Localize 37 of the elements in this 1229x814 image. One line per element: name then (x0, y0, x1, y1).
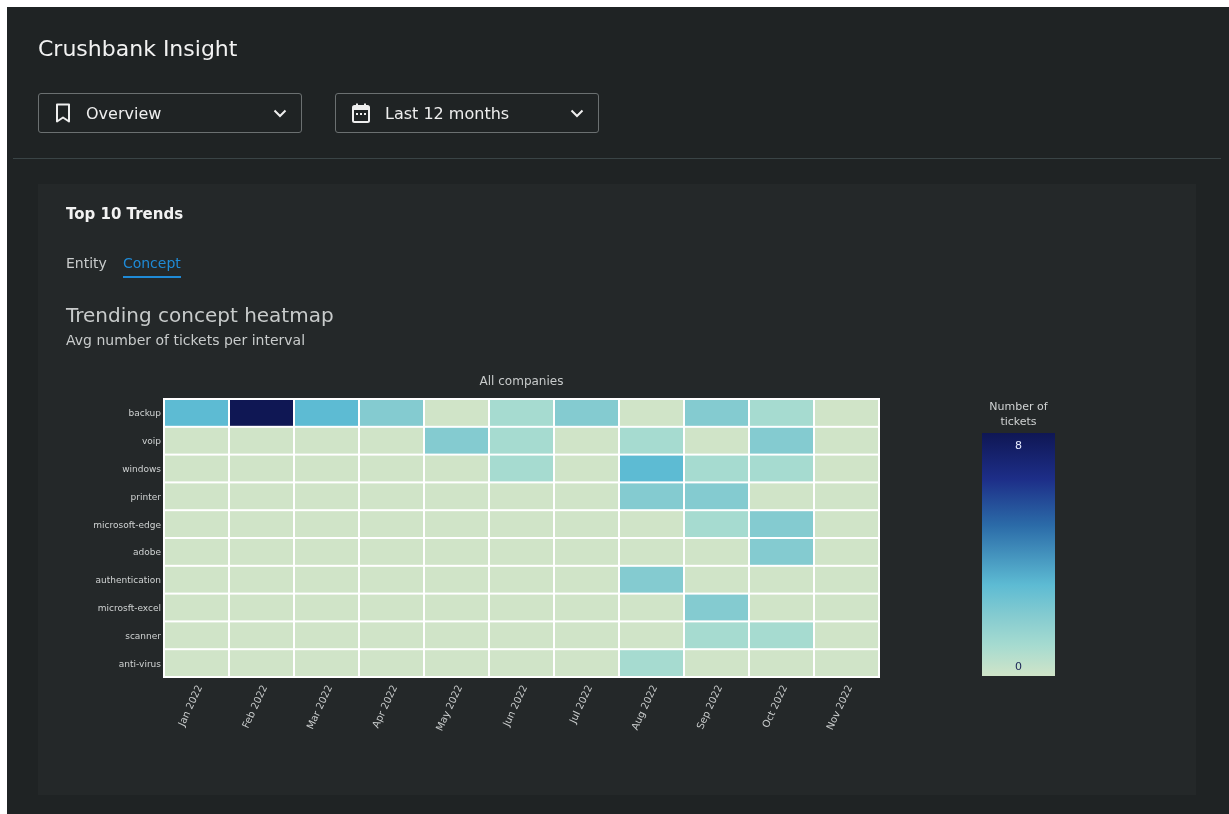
dropdown[interactable]: Last 12 months (335, 93, 599, 133)
chart-title: All companies (479, 374, 564, 388)
row-label: authentication (95, 575, 161, 586)
column-label: Aug 2022 (629, 683, 660, 732)
column-label: Sep 2022 (694, 683, 725, 731)
column-label: Feb 2022 (239, 683, 270, 730)
column-label: Oct 2022 (759, 683, 790, 730)
app-title: Crushbank Insight (38, 35, 239, 63)
row-label: windows (122, 464, 161, 474)
row-label: anti-virus (118, 658, 161, 669)
column-label: Jan 2022 (175, 683, 205, 728)
scale-max-label: 8 (1015, 439, 1022, 452)
dropdown[interactable]: Overview (38, 93, 302, 133)
column-label: Mar 2022 (304, 683, 335, 731)
chevron-down-icon (570, 108, 584, 118)
scale-min-label: 0 (1015, 660, 1022, 673)
row-label: adobe (133, 547, 161, 558)
tab[interactable]: Entity (66, 253, 107, 278)
row-label: microsft-excel (97, 603, 161, 613)
legend-title: Number of tickets (989, 400, 1048, 428)
chevron-down-icon (273, 108, 287, 118)
chart-heading: Trending concept heatmap (66, 302, 335, 328)
row-label: voip (141, 436, 161, 447)
row-label: scanner (125, 630, 161, 641)
column-label: Jun 2022 (500, 683, 530, 728)
column-label: Apr 2022 (369, 683, 400, 730)
tab[interactable]: Concept (122, 253, 181, 278)
row-label: microsoft-edge (93, 519, 161, 530)
column-label: May 2022 (433, 683, 465, 733)
chart-subtitle: Avg number of tickets per interval (66, 331, 307, 349)
column-label: Jul 2022 (567, 683, 595, 725)
column-label: Nov 2022 (824, 683, 855, 732)
card-title: Top 10 Trends (66, 204, 185, 224)
bookmark-icon (54, 103, 72, 123)
row-label: backup (128, 408, 161, 419)
row-label: printer (130, 491, 161, 502)
calendar-icon (351, 103, 371, 123)
